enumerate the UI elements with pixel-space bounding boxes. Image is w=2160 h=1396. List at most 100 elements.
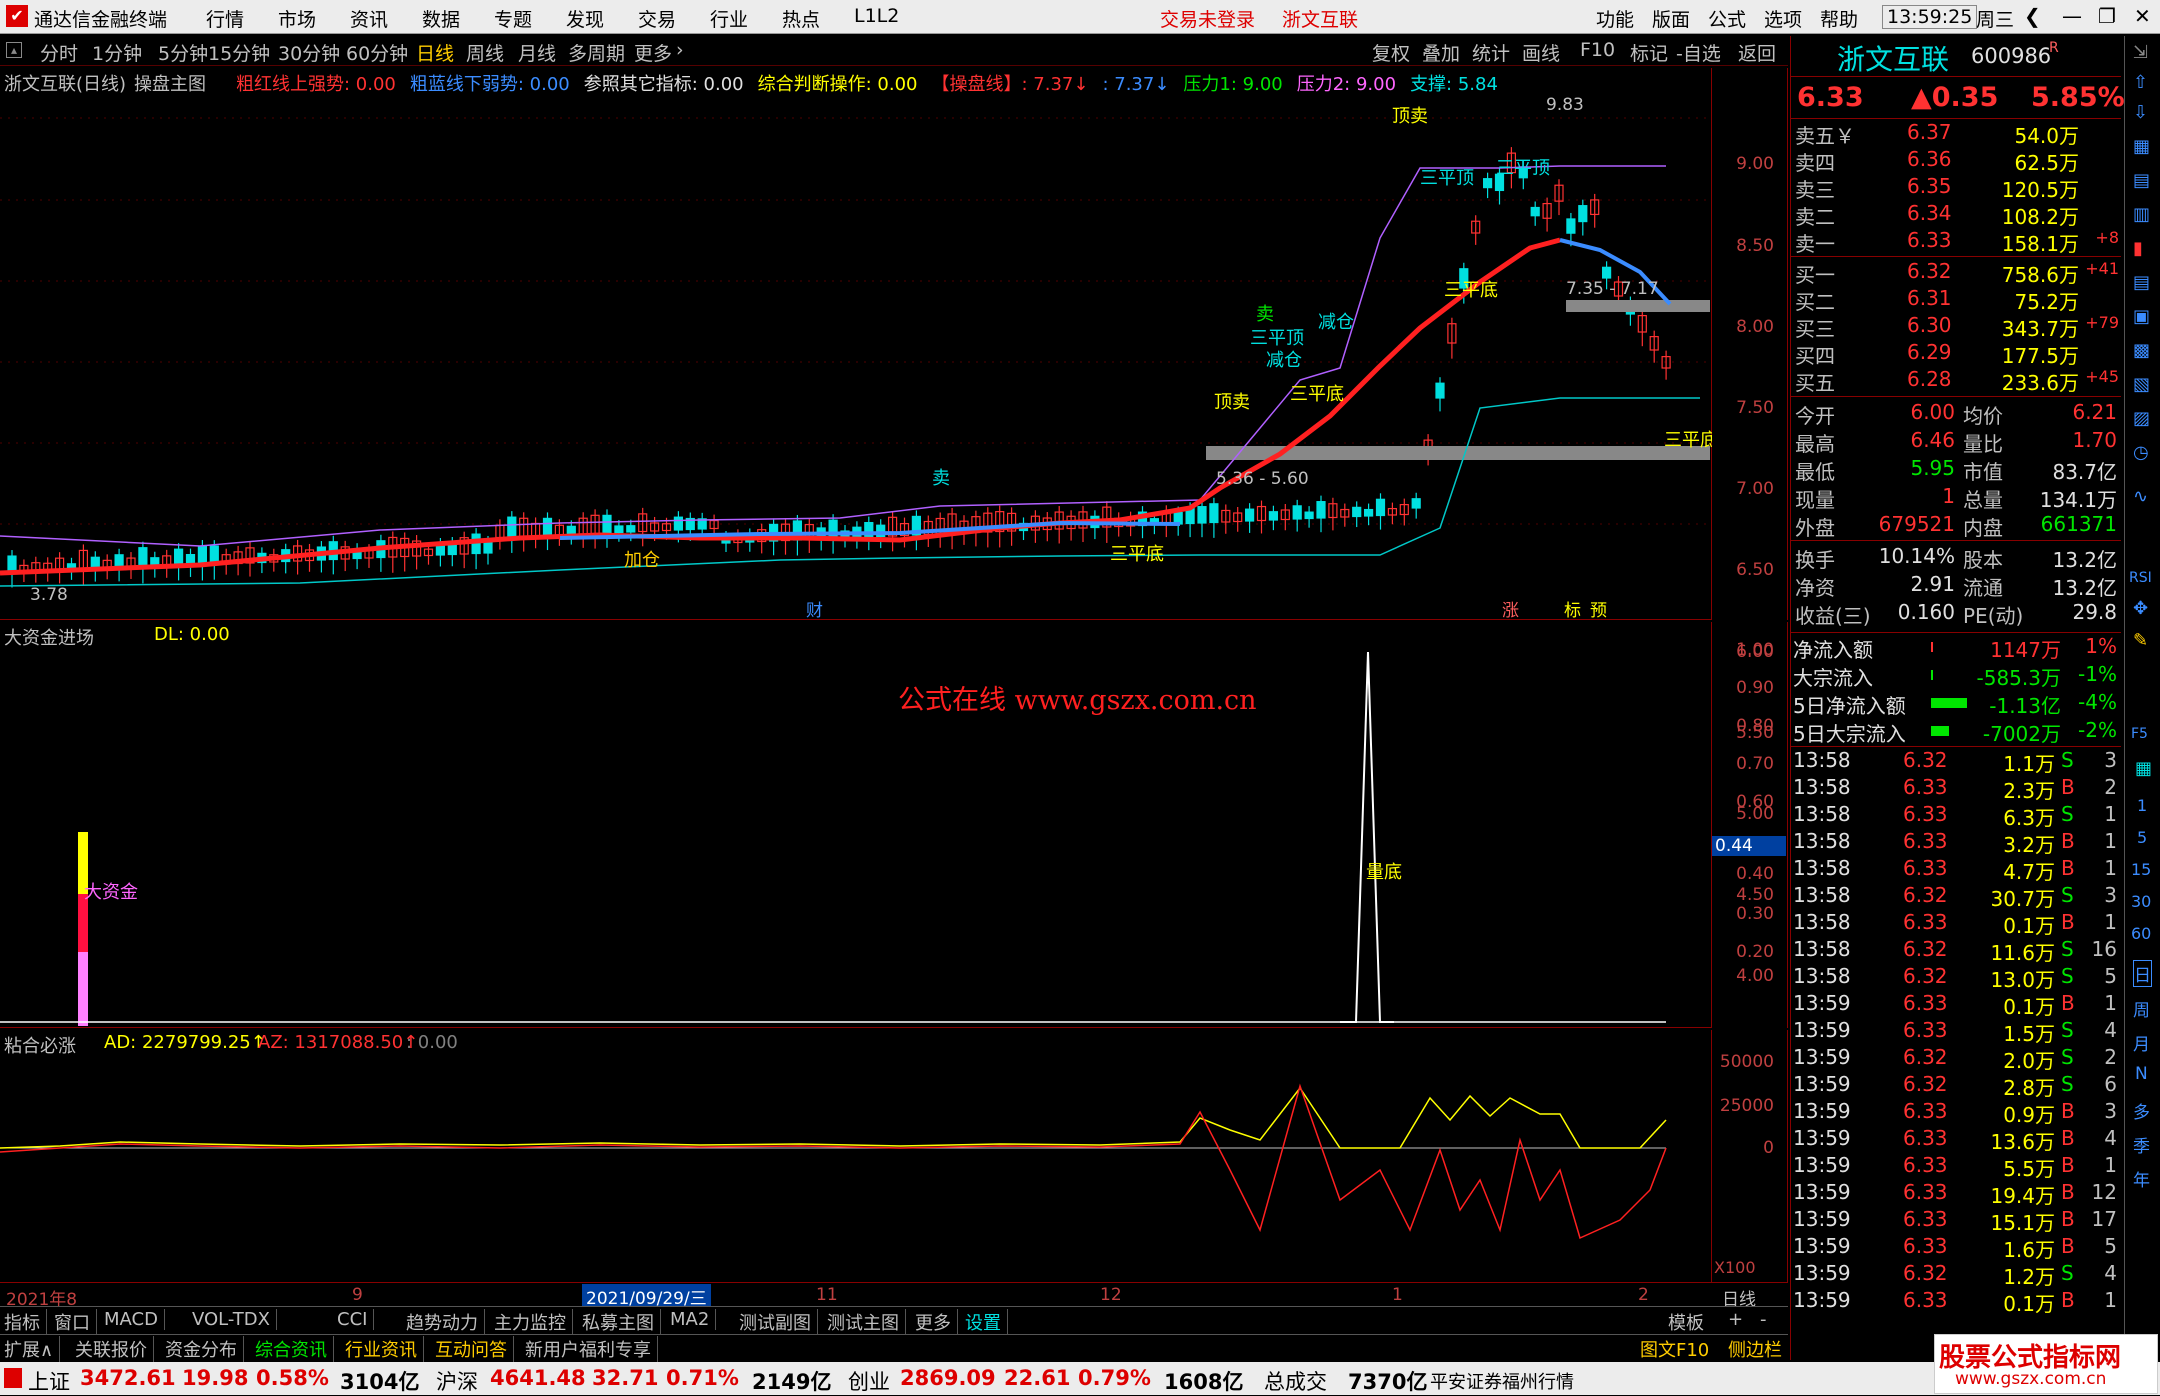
menu-item[interactable]: 行情	[206, 5, 244, 32]
indicator-tab[interactable]: MACD	[104, 1309, 165, 1330]
template-tab[interactable]: 模板	[1668, 1309, 1704, 1335]
chart-icon[interactable]: ▥	[2133, 204, 2150, 225]
indicator-tab[interactable]: MA2	[670, 1309, 717, 1330]
candle-icon[interactable]: ▮	[2133, 238, 2143, 259]
finance-marker[interactable]: 财	[806, 601, 823, 620]
arrow-down-icon[interactable]: ⇩	[2133, 102, 2148, 123]
period-day[interactable]: 日	[2133, 960, 2152, 987]
bid-row[interactable]: 买一 6.32 758.6万 +41	[1791, 259, 2121, 287]
back-icon[interactable]: ❮	[2024, 4, 2041, 28]
big-money-panel[interactable]: 大资金进场 DL: 0.00 公式在线 www.gszx.com.cn 大资金 …	[0, 622, 1712, 1028]
menu-item[interactable]: L1L2	[854, 5, 899, 27]
period-15[interactable]: 15	[2131, 860, 2151, 879]
period-5[interactable]: 5	[2137, 828, 2147, 847]
indicator-tab[interactable]: 窗口	[54, 1309, 97, 1335]
menu-item[interactable]: 发现	[566, 5, 604, 32]
list-icon[interactable]: ▤	[2133, 272, 2150, 293]
index-label[interactable]: 创业	[848, 1366, 890, 1396]
indicator-tab[interactable]: 趋势动力	[406, 1309, 485, 1335]
tick-list[interactable]: 13:58 6.32 1.1万 S 3 13:58 6.33 2.3万 B 2 13:58 6.33 6…	[1791, 746, 2121, 1318]
table-icon[interactable]: ▦	[2135, 758, 2152, 779]
candlestick-chart[interactable]: 9.83 3.78 7.35 - 7.17 5.36 - 5.60 财 涨 标 …	[0, 68, 1712, 620]
bid-row[interactable]: 买三 6.30 343.7万 +79	[1791, 313, 2121, 341]
layers-icon[interactable]: ▧	[2133, 374, 2150, 395]
period-tab[interactable]: 1分钟	[92, 39, 142, 66]
grid-icon[interactable]: ▦	[2133, 136, 2150, 157]
adhesion-chart[interactable]	[0, 1030, 1712, 1282]
tool-button[interactable]: 返回	[1738, 39, 1776, 66]
period-tab[interactable]: 5分钟	[158, 39, 208, 66]
menu-item[interactable]: 行业	[710, 5, 748, 32]
indicator-tab[interactable]: 测试副图	[739, 1309, 818, 1335]
broker-name[interactable]: 平安证券福州行情	[1430, 1368, 1574, 1394]
period-tab-more[interactable]: 更多	[634, 39, 672, 66]
bid-row[interactable]: 买二 6.31 75.2万	[1791, 286, 2121, 314]
f5-button[interactable]: F5	[2131, 726, 2148, 742]
period-season[interactable]: 季	[2133, 1132, 2150, 1157]
period-tab[interactable]: 月线	[518, 39, 556, 66]
ask-row[interactable]: 卖一 6.33 158.1万 +8	[1791, 228, 2121, 256]
extension-tab[interactable]: 新用户福利专享	[525, 1336, 658, 1362]
menu-item[interactable]: 市场	[278, 5, 316, 32]
indicator-tab[interactable]: 更多	[915, 1309, 958, 1335]
indicator-tab[interactable]: VOL-TDX	[192, 1309, 277, 1330]
tool-button[interactable]: F10	[1580, 39, 1615, 61]
main-chart-panel[interactable]: 浙文互联(日线) 操盘主图 粗红线上强势: 0.00 粗蓝线下弱势: 0.00 参照…	[0, 68, 1712, 620]
pencil-icon[interactable]: ✎	[2133, 630, 2148, 651]
tool-button[interactable]: 统计	[1472, 39, 1510, 66]
tool-button[interactable]: -自选	[1676, 39, 1721, 66]
indicator-tab[interactable]: 主力监控	[494, 1309, 573, 1335]
tool-button[interactable]: 画线	[1522, 39, 1560, 66]
extension-tab[interactable]: 互动问答	[435, 1336, 514, 1362]
period-week[interactable]: 周	[2133, 996, 2150, 1021]
period-month[interactable]: 月	[2133, 1030, 2150, 1055]
menu-item[interactable]: 版面	[1652, 5, 1690, 32]
period-tab[interactable]: 30分钟	[278, 39, 340, 66]
bid-row[interactable]: 买四 6.29 177.5万	[1791, 340, 2121, 368]
indicator-tab[interactable]: 设置	[965, 1309, 1008, 1335]
period-60[interactable]: 60	[2131, 924, 2151, 943]
close-icon[interactable]: ✕	[2134, 4, 2151, 28]
arrow-up-icon[interactable]: ⇧	[2133, 72, 2148, 93]
ask-row[interactable]: 卖四 6.36 62.5万	[1791, 147, 2121, 175]
index-label[interactable]: 沪深	[436, 1366, 478, 1396]
extension-tab[interactable]: 综合资讯	[255, 1336, 334, 1362]
period-tab-daily[interactable]: 日线	[416, 39, 454, 66]
period-tab[interactable]: 60分钟	[346, 39, 408, 66]
side-tab[interactable]: 图文F10	[1640, 1336, 1709, 1362]
ask-row[interactable]: 卖二 6.34 108.2万	[1791, 201, 2121, 229]
period-1[interactable]: 1	[2137, 796, 2147, 815]
period-tab[interactable]: 周线	[466, 39, 504, 66]
period-tab[interactable]: 多周期	[568, 39, 625, 66]
bid-row[interactable]: 买五 6.28 233.6万 +45	[1791, 367, 2121, 395]
menu-item[interactable]: 资讯	[350, 5, 388, 32]
menu-item[interactable]: 数据	[422, 5, 460, 32]
period-multi[interactable]: 多	[2133, 1098, 2150, 1123]
minimize-icon[interactable]: —	[2062, 4, 2082, 28]
extension-tab[interactable]: 行业资讯	[345, 1336, 424, 1362]
chevron-right-icon[interactable]: ›	[676, 39, 684, 61]
period-year[interactable]: 年	[2133, 1166, 2150, 1191]
login-status[interactable]: 交易未登录	[1160, 5, 1255, 32]
f-icon[interactable]: ▨	[2133, 408, 2150, 429]
extension-tab[interactable]: 资金分布	[165, 1336, 244, 1362]
indicator-tab[interactable]: 指标	[4, 1309, 47, 1335]
template-tab[interactable]: +	[1728, 1309, 1743, 1330]
menu-item[interactable]: 功能	[1596, 5, 1634, 32]
template-tab[interactable]: -	[1760, 1309, 1767, 1330]
period-n[interactable]: N	[2135, 1064, 2148, 1084]
wave-icon[interactable]: ∿	[2133, 486, 2148, 507]
menu-item[interactable]: 帮助	[1820, 5, 1858, 32]
menu-item[interactable]: 热点	[782, 5, 820, 32]
expand-icon[interactable]: ⇲	[2133, 42, 2148, 63]
adhesion-panel[interactable]: 粘合必涨 AD: 2279799.25↑ AZ: 1317088.50↑ : 0…	[0, 1030, 1712, 1282]
forecast-marker[interactable]: 预	[1590, 601, 1607, 620]
menu-item[interactable]: 选项	[1764, 5, 1802, 32]
restore-icon[interactable]: ❐	[2098, 4, 2116, 28]
indicator-tab[interactable]: 私募主图	[582, 1309, 661, 1335]
table-icon[interactable]: ▤	[2133, 170, 2150, 191]
indicator-tab[interactable]: CCI	[337, 1309, 375, 1330]
clock-icon[interactable]: ◷	[2133, 442, 2149, 463]
tool-button[interactable]: 复权	[1372, 39, 1410, 66]
ask-row[interactable]: 卖五￥ 6.37 54.0万	[1791, 120, 2121, 148]
